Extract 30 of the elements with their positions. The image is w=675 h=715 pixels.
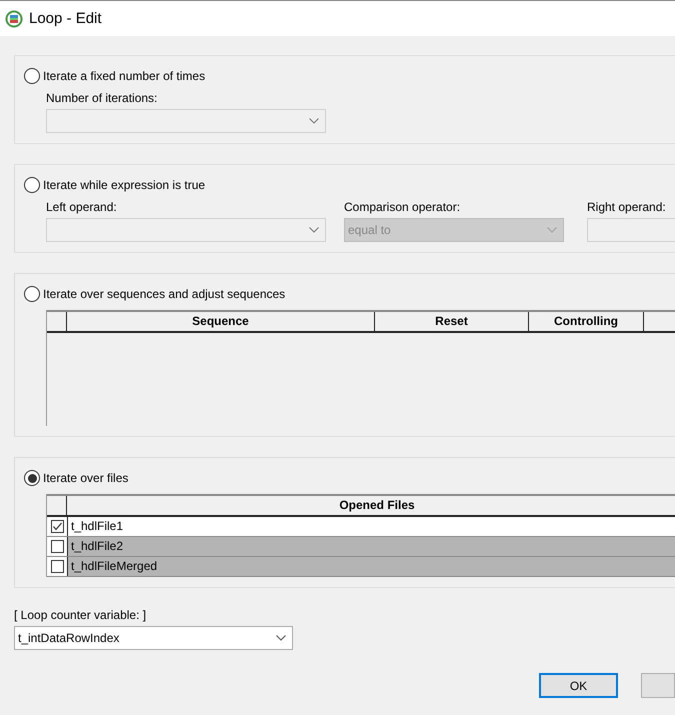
- column-header: Controlling: [529, 312, 644, 331]
- field-label: Right operand:: [587, 200, 667, 214]
- checkbox[interactable]: [50, 520, 64, 533]
- dropdown-field[interactable]: [46, 218, 326, 242]
- field-label: [ Loop counter variable: ]: [14, 608, 148, 622]
- field-label: Comparison operator:: [344, 200, 462, 214]
- radio-button[interactable]: [24, 177, 40, 193]
- field-label: Left operand:: [46, 200, 118, 214]
- radio-button[interactable]: [24, 68, 40, 84]
- radio-button[interactable]: [24, 470, 40, 486]
- caret-icon: [276, 635, 286, 641]
- checkbox[interactable]: [50, 540, 64, 553]
- radio-button[interactable]: [24, 286, 40, 302]
- radio-label[interactable]: Iterate a fixed number of times: [43, 69, 206, 83]
- caret-icon: [309, 118, 319, 124]
- field-label: Number of iterations:: [46, 91, 158, 105]
- checkbox[interactable]: [50, 560, 64, 573]
- radio-label[interactable]: Iterate while expression is true: [43, 178, 206, 192]
- radio-label[interactable]: Iterate over files: [43, 471, 128, 485]
- caret-icon: [547, 227, 557, 233]
- dropdown-field[interactable]: [46, 109, 326, 133]
- radio-label[interactable]: Iterate over sequences and adjust sequences: [43, 287, 286, 301]
- column-header: Sequence: [67, 312, 375, 331]
- dropdown-field[interactable]: t_intDataRowIndex: [14, 626, 293, 650]
- column-header: Opened Files: [338, 497, 416, 514]
- column-header: Reset: [375, 312, 529, 331]
- window-title: Loop - Edit: [29, 10, 102, 27]
- caret-icon: [309, 227, 319, 233]
- app-icon: [5, 10, 23, 28]
- ok-button[interactable]: OK: [539, 673, 618, 698]
